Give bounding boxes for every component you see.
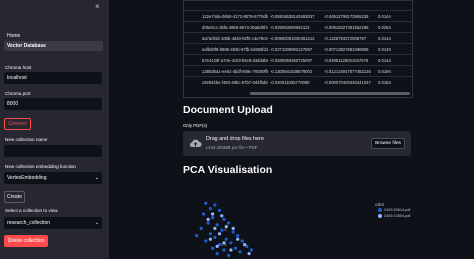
table-cell: 0.0184 bbox=[378, 80, 391, 85]
scatter-point bbox=[206, 221, 210, 225]
scatter-point bbox=[211, 216, 215, 220]
scatter-point bbox=[231, 226, 235, 230]
legend-item[interactable]: 2409.20614.pdf bbox=[378, 208, 410, 212]
create-button[interactable]: Create bbox=[4, 191, 25, 203]
scatter-point bbox=[204, 239, 208, 243]
scatter-point bbox=[195, 234, 199, 238]
scatter-point bbox=[222, 217, 226, 221]
collection-select[interactable]: research_collection ⌄ bbox=[4, 217, 102, 229]
embedding-label: New collection embedding function bbox=[5, 164, 76, 169]
table-cell: c92844be-f450-48bc-87b7-0d4fbd63f090 bbox=[202, 80, 268, 85]
pca-heading: PCA Visualisation bbox=[183, 164, 273, 176]
scatter-point bbox=[243, 243, 247, 247]
scatter-point bbox=[208, 237, 212, 241]
scatter-point bbox=[213, 235, 217, 239]
select-collection-label: Select a collection to view bbox=[5, 208, 58, 213]
scatter-point bbox=[215, 252, 219, 256]
scatter-point bbox=[249, 248, 253, 252]
scatter-point bbox=[213, 226, 217, 230]
scatter-point bbox=[206, 217, 210, 221]
chevron-down-icon: ⌄ bbox=[94, 175, 99, 181]
scatter-point bbox=[229, 241, 233, 245]
file-limit-text: Limit 200MB per file • PDF bbox=[206, 145, 258, 150]
embedding-select-value: VertexEmbedding bbox=[7, 175, 47, 181]
port-input[interactable]: 8000 bbox=[4, 98, 102, 110]
scatter-point bbox=[220, 228, 224, 232]
nav-item-label: Vector Database bbox=[7, 43, 46, 49]
scatter-point bbox=[238, 250, 242, 254]
table-horizontal-scrollbar[interactable] bbox=[250, 92, 410, 95]
scatter-point bbox=[222, 241, 226, 245]
scatter-point bbox=[217, 232, 222, 236]
legend-marker bbox=[378, 208, 382, 212]
file-uploader-label: Only PDF(s) bbox=[183, 123, 208, 128]
legend-item[interactable]: 2409.10504.pdf bbox=[378, 214, 410, 218]
scatter-point bbox=[224, 237, 228, 241]
nav-item-home[interactable]: Home bbox=[7, 33, 20, 39]
scatter-point bbox=[208, 207, 212, 211]
scatter-point bbox=[236, 237, 240, 241]
scatter-point bbox=[204, 201, 208, 205]
legend-marker bbox=[378, 214, 382, 218]
scatter-point bbox=[215, 223, 219, 227]
legend-title: color bbox=[375, 202, 385, 207]
connect-button[interactable]: Connect bbox=[4, 118, 31, 130]
table-cell: -0.000070403430441047 bbox=[324, 80, 371, 85]
scatter-point bbox=[233, 246, 237, 250]
table-cell: -0.040011035770060 bbox=[270, 80, 310, 85]
scatter-point bbox=[227, 221, 231, 225]
scatter-point bbox=[229, 248, 233, 252]
host-input[interactable]: localhost bbox=[4, 72, 102, 84]
sidebar: × Home Vector Database Chroma host local… bbox=[0, 0, 109, 259]
file-dropzone[interactable]: Drag and drop files here Limit 200MB per… bbox=[183, 131, 411, 156]
new-collection-input[interactable] bbox=[4, 145, 102, 157]
scatter-point bbox=[199, 226, 203, 230]
host-label: Chroma host bbox=[5, 65, 32, 70]
scatter-point bbox=[217, 208, 222, 212]
browse-files-button[interactable]: Browse files bbox=[371, 138, 405, 149]
scatter-point bbox=[224, 225, 228, 229]
scatter-point bbox=[211, 246, 215, 250]
scatter-point bbox=[222, 248, 226, 252]
scatter-point bbox=[208, 232, 212, 236]
nav-item-vector-database[interactable]: Vector Database bbox=[4, 41, 103, 51]
scatter-point bbox=[240, 239, 244, 243]
new-collection-label: New collection name bbox=[5, 137, 48, 142]
collection-select-value: research_collection bbox=[7, 220, 51, 226]
chevron-down-icon: ⌄ bbox=[94, 220, 99, 226]
scatter-point bbox=[201, 212, 206, 216]
legend-label: 2409.20614.pdf bbox=[384, 208, 411, 212]
collection-table[interactable]: 122e74da-06b0-4172-8079-5770dfa8e95 -0.0… bbox=[183, 0, 413, 98]
legend-label: 2409.10504.pdf bbox=[384, 214, 411, 218]
scatter-point bbox=[236, 234, 240, 238]
scatter-point bbox=[213, 203, 217, 207]
scatter-point bbox=[227, 253, 231, 257]
document-upload-heading: Document Upload bbox=[183, 104, 273, 116]
port-label: Chroma port bbox=[5, 91, 31, 96]
close-sidebar-icon[interactable]: × bbox=[95, 2, 100, 11]
scatter-point bbox=[247, 252, 251, 256]
scatter-point bbox=[211, 212, 215, 216]
embedding-select[interactable]: VertexEmbedding ⌄ bbox=[4, 172, 102, 184]
scatter-point bbox=[231, 230, 235, 234]
scatter-point bbox=[215, 244, 219, 248]
cloud-upload-icon bbox=[189, 139, 202, 147]
delete-collection-button[interactable]: Delete collection bbox=[4, 235, 48, 247]
scatter-point bbox=[220, 214, 224, 218]
drag-drop-text: Drag and drop files here bbox=[206, 136, 264, 142]
table-row: c92844be-f450-48bc-87b7-0d4fbd63f090 -0.… bbox=[184, 76, 412, 88]
